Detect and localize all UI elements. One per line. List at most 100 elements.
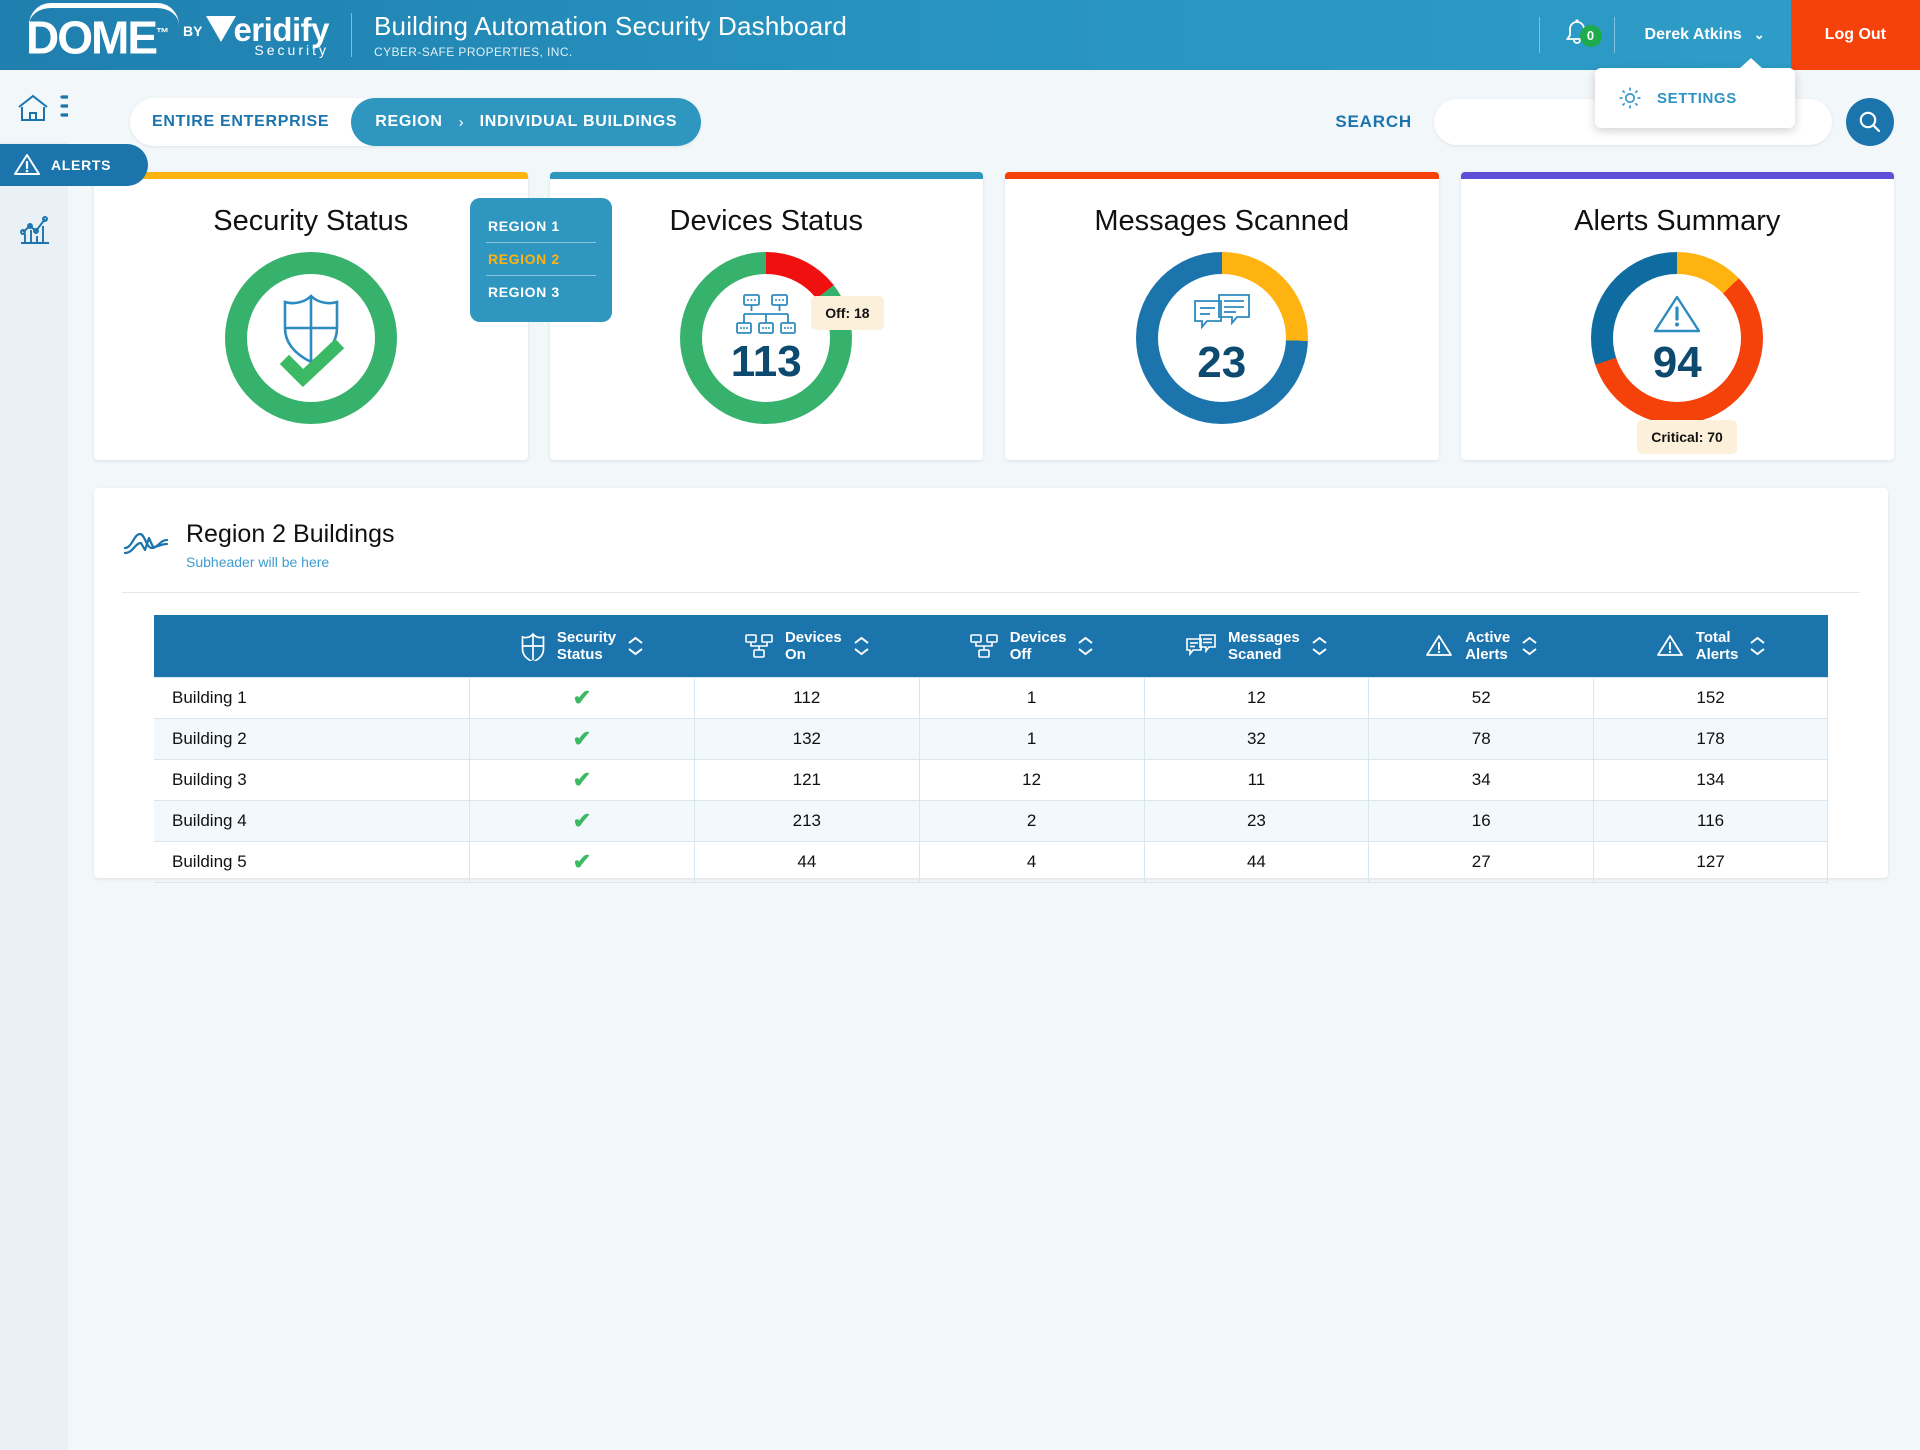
cell-active-alerts: 27 (1368, 840, 1595, 883)
breadcrumb-individual-buildings[interactable]: INDIVIDUAL BUILDINGS (480, 113, 678, 131)
breadcrumb-entire-enterprise[interactable]: ENTIRE ENTERPRISE (152, 113, 351, 131)
devices-count: 113 (730, 337, 802, 386)
region-option-2[interactable]: REGION 2 (470, 243, 612, 275)
shield-check-icon (279, 294, 344, 388)
region-option-1[interactable]: REGION 1 (470, 210, 612, 242)
col-security-status[interactable]: Security Status (469, 615, 695, 677)
pulse-wave-icon (123, 532, 169, 555)
notifications-button[interactable]: 0 (1540, 17, 1614, 54)
donut-center: 113 (702, 274, 831, 402)
alerts-button[interactable]: ALERTS (0, 144, 148, 186)
logout-label: Log Out (1824, 26, 1886, 43)
messages-donut-chart[interactable]: 23 (1135, 252, 1308, 424)
home-button[interactable] (14, 90, 52, 131)
col-messages-scanned[interactable]: Messages Scaned (1144, 615, 1369, 677)
messages-count: 23 (1197, 338, 1247, 387)
devices-icon (969, 633, 998, 658)
cell-devices-on: 132 (694, 717, 920, 760)
card-title-messages-scanned: Messages Scanned (1094, 205, 1350, 237)
donut-center: 23 (1157, 274, 1286, 402)
alert-icon (1656, 634, 1683, 656)
company-name: CYBER-SAFE PROPERTIES, INC. (374, 44, 573, 59)
cell-building-name: Building 3 (154, 758, 471, 801)
cell-security-status: ✔ (469, 676, 695, 719)
chart-icon (20, 216, 49, 244)
alert-icon (1426, 634, 1453, 656)
sort-total-alerts[interactable] (1749, 636, 1766, 656)
breadcrumb-separator-icon: › (458, 113, 464, 131)
devices-network-icon (736, 294, 797, 334)
dome-wordmark: DOME™ (26, 2, 179, 61)
cell-security-status: ✔ (469, 840, 695, 883)
settings-label: SETTINGS (1657, 89, 1737, 107)
cell-devices-off: 1 (919, 676, 1145, 719)
chevron-up-icon (628, 636, 643, 644)
left-rail: ALERTS (0, 70, 148, 1450)
brand-logo: DOME™ BY eridify Security Building Autom… (0, 2, 847, 61)
table-row[interactable]: Building 5 ✔ 44 4 44 27 127 (154, 840, 1828, 883)
sort-security-status[interactable] (627, 636, 644, 656)
breadcrumb: ENTIRE ENTERPRISE REGION › INDIVIDUAL BU… (130, 98, 702, 146)
kpi-cards: Security Status Devices Status 113 Off: … (72, 172, 1916, 460)
cell-devices-on: 44 (694, 840, 920, 883)
col-label-line2: On (784, 645, 806, 663)
col-active-alerts[interactable]: Active Alerts (1368, 615, 1594, 677)
card-title-security-status: Security Status (213, 205, 409, 237)
search-button[interactable] (1846, 98, 1894, 146)
sort-devices-off[interactable] (1077, 636, 1094, 656)
card-accent-bar (94, 172, 528, 179)
table-row[interactable]: Building 1 ✔ 112 1 12 52 152 (154, 676, 1828, 719)
breadcrumb-region[interactable]: REGION (375, 113, 442, 131)
alerts-donut-chart[interactable]: 94 Critical: 70 (1591, 252, 1764, 454)
search-label: SEARCH (1335, 112, 1412, 131)
card-security-status[interactable]: Security Status (94, 172, 528, 460)
messages-icon (1186, 633, 1216, 657)
region-option-3[interactable]: REGION 3 (470, 276, 612, 308)
table-row[interactable]: Building 2 ✔ 132 1 32 78 178 (154, 717, 1828, 760)
user-menu-button[interactable]: Derek Atkins ⌄ (1615, 0, 1791, 70)
logout-button[interactable]: Log Out (1790, 0, 1920, 70)
analytics-button[interactable] (16, 212, 54, 253)
cell-messages-scanned: 11 (1144, 758, 1370, 801)
table-row[interactable]: Building 4 ✔ 213 2 23 16 116 (154, 799, 1828, 842)
chevron-down-icon: ⌄ (1753, 27, 1765, 42)
alerts-count: 94 (1652, 338, 1702, 387)
security-status-indicator (224, 252, 397, 424)
col-devices-off[interactable]: Devices Off (919, 615, 1145, 677)
card-accent-bar (1005, 172, 1439, 179)
chevron-down-icon (854, 647, 869, 656)
chevron-down-icon (1312, 647, 1327, 656)
chevron-up-icon (1312, 636, 1327, 644)
sort-messages-scanned[interactable] (1311, 636, 1328, 656)
header-divider (351, 12, 352, 57)
col-total-alerts[interactable]: Total Alerts (1593, 615, 1828, 677)
page-title: Building Automation Security Dashboard (374, 10, 847, 41)
cell-total-alerts: 134 (1593, 758, 1828, 801)
cell-active-alerts: 52 (1368, 676, 1595, 719)
cell-devices-off: 1 (919, 717, 1145, 760)
card-devices-status[interactable]: Devices Status 113 Off: 18 (549, 172, 983, 460)
user-name-label: Derek Atkins (1644, 26, 1742, 43)
alert-triangle-icon (1654, 295, 1701, 333)
breadcrumb-active-group[interactable]: REGION › INDIVIDUAL BUILDINGS (351, 98, 702, 146)
cell-building-name: Building 5 (154, 840, 471, 883)
card-alerts-summary[interactable]: Alerts Summary 94 Critical: 70 (1460, 172, 1894, 460)
panel-divider (122, 592, 1860, 593)
table-row[interactable]: Building 3 ✔ 121 12 11 34 134 (154, 758, 1828, 801)
cell-building-name: Building 4 (154, 799, 471, 842)
cell-messages-scanned: 23 (1144, 799, 1370, 842)
sort-active-alerts[interactable] (1521, 636, 1538, 656)
settings-dropdown[interactable]: SETTINGS (1595, 58, 1795, 128)
table-header: Security Status Devices On Devices Off M… (154, 615, 1828, 677)
alert-triangle-icon (14, 154, 40, 175)
region-dropdown[interactable]: REGION 1 REGION 2 REGION 3 (470, 198, 612, 322)
col-label-line2: Status (556, 645, 603, 663)
col-label-line2: Alerts (1465, 645, 1508, 663)
col-devices-on[interactable]: Devices On (694, 615, 920, 677)
col-label-line2: Scaned (1228, 645, 1282, 663)
cell-active-alerts: 78 (1368, 717, 1595, 760)
cell-devices-off: 12 (919, 758, 1145, 801)
card-messages-scanned[interactable]: Messages Scanned 23 (1005, 172, 1439, 460)
devices-donut-chart[interactable]: 113 Off: 18 (680, 252, 884, 424)
sort-devices-on[interactable] (853, 636, 870, 656)
